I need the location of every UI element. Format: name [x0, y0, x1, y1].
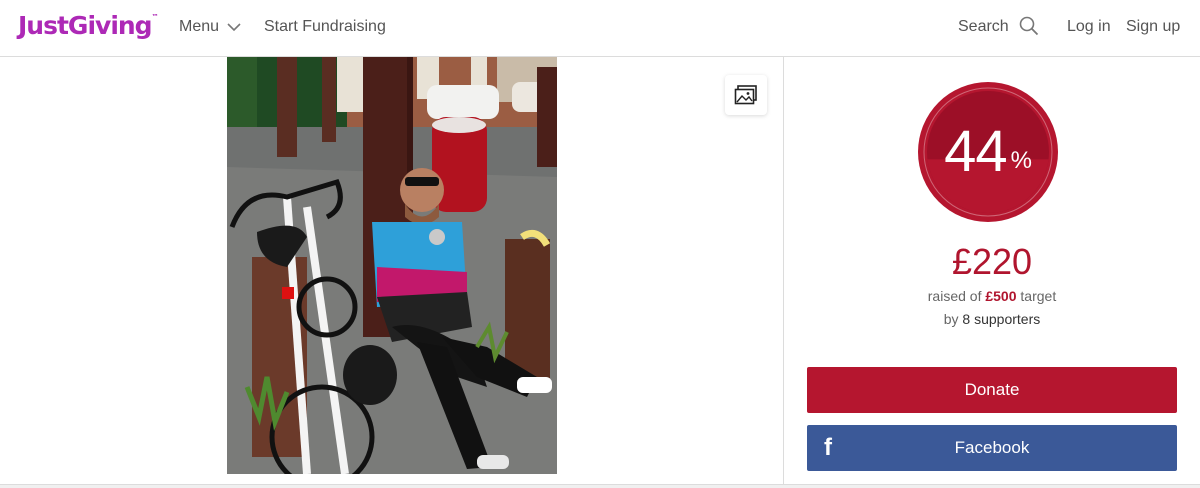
login-link[interactable]: Log in — [1067, 18, 1111, 36]
donation-panel: 44% £220 raised of £500 target by 8 supp… — [784, 57, 1200, 484]
start-fundraising-link[interactable]: Start Fundraising — [264, 18, 386, 36]
signup-link[interactable]: Sign up — [1126, 18, 1180, 36]
percent-unit: % — [1010, 147, 1032, 174]
justgiving-logo[interactable]: JustGiving™ — [18, 11, 159, 40]
search-label: Search — [958, 18, 1009, 35]
facebook-icon: f — [824, 434, 832, 461]
media-panel — [0, 57, 784, 484]
by-label: by — [943, 311, 959, 327]
target-line: raised of £500 target — [784, 288, 1200, 304]
fundraiser-photo[interactable] — [227, 57, 557, 474]
target-label: target — [1020, 288, 1057, 304]
search-button[interactable]: Search — [958, 16, 1039, 36]
menu-label: Menu — [179, 18, 220, 35]
gallery-button[interactable] — [725, 75, 767, 115]
bottom-divider — [0, 484, 1200, 488]
image-gallery-icon — [734, 85, 757, 105]
donate-button[interactable]: Donate — [807, 367, 1177, 413]
progress-circle: 44% — [917, 81, 1059, 223]
search-icon — [1019, 16, 1038, 36]
target-amount: £500 — [985, 288, 1017, 304]
chevron-down-icon — [227, 22, 241, 31]
menu-button[interactable]: Menu — [179, 18, 241, 36]
supporters-line: by 8 supporters — [784, 311, 1200, 327]
progress-percent: 44% — [917, 81, 1059, 223]
site-header: JustGiving™ Menu Start Fundraising Searc… — [0, 0, 1200, 57]
facebook-share-button[interactable]: f Facebook — [807, 425, 1177, 471]
facebook-label: Facebook — [954, 438, 1030, 457]
supporters-count: 8 supporters — [962, 311, 1041, 327]
raised-of-label: raised of — [927, 288, 982, 304]
percent-value: 44 — [944, 119, 1008, 184]
cyclist-photo-illustration — [227, 57, 557, 474]
amount-raised: £220 — [951, 241, 1033, 282]
